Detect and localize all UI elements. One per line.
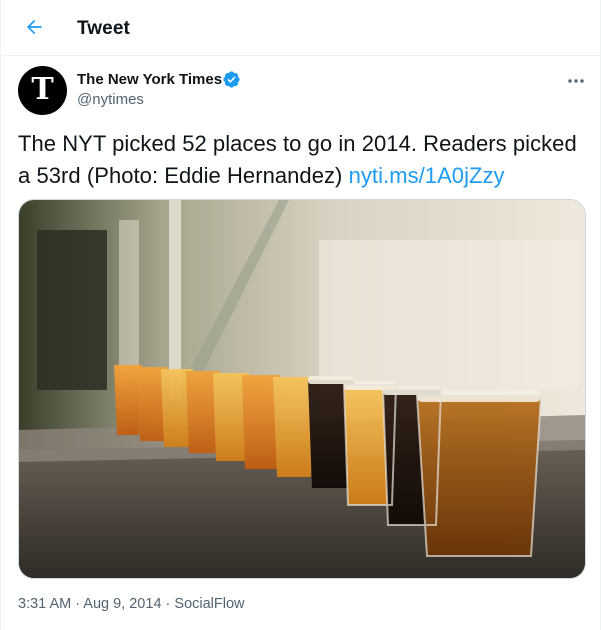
tweet-source[interactable]: SocialFlow: [174, 596, 244, 612]
more-options-button[interactable]: [561, 66, 591, 96]
tweet-text: The NYT picked 52 places to go in 2014. …: [18, 128, 588, 192]
nyt-logo-icon: T: [31, 71, 54, 107]
author-handle[interactable]: @nytimes: [77, 91, 144, 108]
verified-badge-icon: [223, 71, 240, 88]
meta-separator: ·: [71, 596, 84, 612]
author-name[interactable]: The New York Times: [77, 71, 222, 88]
page-title: Tweet: [77, 18, 130, 39]
tweet-date[interactable]: Aug 9, 2014: [83, 596, 161, 612]
tweet-time[interactable]: 3:31 AM: [18, 596, 71, 612]
tweet-link[interactable]: nyti.ms/1A0jZzy: [349, 163, 505, 188]
tweet-photo[interactable]: [18, 199, 586, 579]
beer-flight-photo: [19, 200, 585, 578]
more-dots-icon: [568, 79, 584, 83]
tweet-page: Tweet T The New York Times @nytimes The …: [0, 0, 601, 630]
meta-separator-2: ·: [161, 596, 175, 612]
back-button[interactable]: [17, 10, 51, 44]
arrow-left-icon: [27, 19, 42, 35]
avatar[interactable]: T: [18, 66, 67, 115]
tweet-meta: 3:31 AM · Aug 9, 2014 · SocialFlow: [18, 596, 245, 612]
page-header: Tweet: [1, 0, 601, 56]
